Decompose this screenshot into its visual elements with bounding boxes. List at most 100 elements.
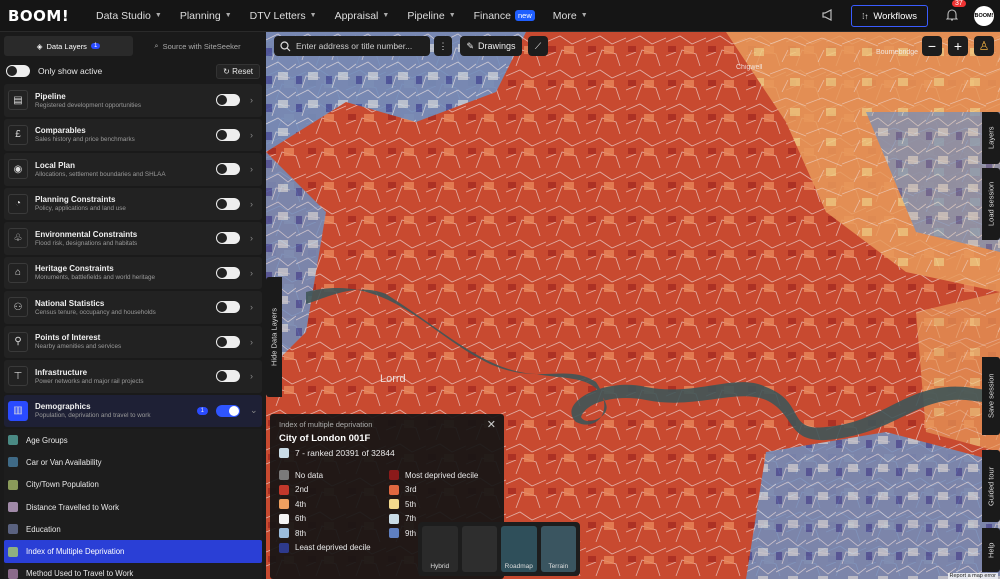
layer-row[interactable]: ⚇ National Statistics Census tenure, occup… bbox=[4, 291, 262, 324]
measure-button[interactable]: ⟋ bbox=[528, 36, 548, 56]
legend-entry: 2nd bbox=[279, 484, 389, 495]
rail-save-session[interactable]: Save session bbox=[982, 357, 1000, 435]
sublayer-item[interactable]: Index of Multiple Deprivation bbox=[4, 540, 262, 563]
rail-guided-tour[interactable]: Guided tour bbox=[982, 450, 1000, 522]
sublayer-swatch bbox=[8, 479, 18, 490]
address-search[interactable]: Enter address or title number... bbox=[274, 36, 430, 56]
sublayer-label: Education bbox=[26, 524, 61, 534]
chevron-right-icon[interactable]: › bbox=[250, 268, 258, 278]
chevron-right-icon[interactable]: › bbox=[250, 130, 258, 140]
local-plan-icon: ◉ bbox=[8, 159, 28, 180]
close-icon[interactable]: ✕ bbox=[487, 418, 496, 431]
chevron-right-icon[interactable]: › bbox=[250, 233, 258, 243]
workflows-button[interactable]: ⁞↑ Workflows bbox=[851, 5, 928, 27]
hide-data-layers-tab[interactable]: Hide Data Layers bbox=[266, 277, 282, 397]
legend-label: 9th bbox=[405, 528, 417, 538]
boom-logo[interactable]: BOOM! bbox=[8, 7, 78, 25]
sublayer-item[interactable]: Car or Van Availability bbox=[4, 451, 262, 473]
street-view-button[interactable]: ♙ bbox=[974, 36, 994, 56]
layer-demographics[interactable]: ▥ Demographics Population, deprivation a… bbox=[4, 394, 262, 427]
sublayer-label: Method Used to Travel to Work bbox=[26, 569, 134, 579]
basemap-roadmap[interactable]: Roadmap bbox=[501, 526, 537, 572]
sublayer-item[interactable]: Education bbox=[4, 518, 262, 540]
layer-name: Demographics bbox=[35, 402, 91, 412]
chevron-down-icon[interactable]: ⌄ bbox=[250, 405, 258, 416]
zoom-in-button[interactable]: + bbox=[948, 36, 968, 56]
nav-item[interactable]: DTV Letters ▼ bbox=[250, 10, 317, 22]
zoom-out-button[interactable]: − bbox=[922, 36, 942, 56]
legend-swatch bbox=[389, 484, 399, 495]
megaphone-icon[interactable] bbox=[821, 8, 837, 24]
basemap-option[interactable] bbox=[461, 526, 497, 572]
layer-description: Policy, applications and land use bbox=[35, 205, 126, 213]
layer-description: Flood risk, designations and habitats bbox=[35, 239, 138, 247]
drawings-button[interactable]: ✎ Drawings bbox=[460, 36, 522, 56]
nav-item[interactable]: Pipeline ▼ bbox=[407, 10, 455, 22]
layer-name: Local Plan bbox=[35, 160, 76, 170]
layer-row[interactable]: ♧ Environmental Constraints Flood risk, de… bbox=[4, 222, 262, 255]
more-options-button[interactable]: ⋮ bbox=[434, 36, 452, 56]
layer-toggle[interactable] bbox=[216, 301, 240, 314]
avatar[interactable]: BOOM! bbox=[974, 6, 994, 26]
basemap-hybrid[interactable]: Hybrid bbox=[422, 526, 458, 572]
main-nav: Data Studio ▼ Planning ▼ DTV Letters ▼ Apprais… bbox=[78, 10, 588, 22]
layer-toggle[interactable] bbox=[216, 94, 240, 107]
only-show-active-toggle[interactable] bbox=[6, 65, 30, 77]
chevron-right-icon[interactable]: › bbox=[250, 302, 258, 312]
sublayer-item[interactable]: Age Groups bbox=[4, 429, 262, 451]
layer-toggle[interactable] bbox=[216, 197, 240, 210]
legend-label: Least deprived decile bbox=[295, 543, 371, 552]
layer-toggle[interactable] bbox=[216, 232, 240, 245]
layer-toggle[interactable] bbox=[216, 335, 240, 348]
layer-row[interactable]: ⌂ Heritage Constraints Monuments, battlefi… bbox=[4, 256, 262, 289]
nav-item-label: DTV Letters bbox=[249, 9, 306, 22]
nav-item-label: More bbox=[552, 9, 577, 22]
chevron-right-icon[interactable]: › bbox=[250, 337, 258, 347]
tab-data-layers[interactable]: ◈ Data Layers 1 bbox=[4, 36, 133, 56]
sublayer-label: Distance Travelled to Work bbox=[26, 502, 120, 512]
layer-row[interactable]: £ Comparables Sales history and price benc… bbox=[4, 118, 262, 151]
pound-icon: £ bbox=[8, 124, 28, 145]
sublayer-swatch bbox=[8, 568, 18, 579]
nav-item[interactable]: Data Studio ▼ bbox=[96, 10, 162, 22]
layer-row[interactable]: ⚲ Points of Interest Nearby amenities and … bbox=[4, 325, 262, 358]
report-map-error-link[interactable]: Report a map error bbox=[947, 573, 998, 579]
notifications-button[interactable]: 37 bbox=[945, 0, 966, 24]
layer-row[interactable]: ◉ Local Plan Allocations, settlement bound… bbox=[4, 153, 262, 186]
plus-icon: + bbox=[953, 38, 963, 54]
reset-button[interactable]: ↻ Reset bbox=[216, 63, 260, 79]
layer-toggle[interactable] bbox=[216, 163, 240, 176]
rail-help[interactable]: Help bbox=[982, 528, 1000, 572]
layer-name: National Statistics bbox=[35, 298, 105, 308]
sidebar-tabs: ◈ Data Layers 1 ⌕ Source with SiteSeeker bbox=[4, 36, 262, 56]
nav-item[interactable]: Finance new bbox=[474, 10, 535, 22]
nav-item[interactable]: Appraisal ▼ bbox=[335, 10, 390, 22]
rail-load-session[interactable]: Load session bbox=[982, 168, 1000, 240]
only-show-active-row: Only show active ↻ Reset bbox=[0, 58, 266, 84]
nav-item[interactable]: More ▼ bbox=[553, 10, 588, 22]
chevron-right-icon[interactable]: › bbox=[250, 371, 258, 381]
basemap-terrain[interactable]: Terrain bbox=[540, 526, 576, 572]
nav-item[interactable]: Planning ▼ bbox=[180, 10, 232, 22]
sublayer-item[interactable]: City/Town Population bbox=[4, 474, 262, 496]
legend-label: 4th bbox=[295, 499, 307, 509]
layer-toggle[interactable] bbox=[216, 266, 240, 279]
tab-siteseeker[interactable]: ⌕ Source with SiteSeeker bbox=[133, 36, 262, 56]
layer-row[interactable]: ⊤ Infrastructure Power networks and major … bbox=[4, 360, 262, 393]
chevron-right-icon[interactable]: › bbox=[250, 199, 258, 209]
layer-row[interactable]: ▤ Pipeline Registered development opportun… bbox=[4, 84, 262, 117]
chevron-right-icon[interactable]: › bbox=[250, 164, 258, 174]
sublayer-item[interactable]: Method Used to Travel to Work bbox=[4, 563, 262, 579]
layer-description: Census tenure, occupancy and households bbox=[35, 308, 156, 316]
layer-description: Population, deprivation and travel to wo… bbox=[35, 412, 151, 420]
layer-toggle[interactable] bbox=[216, 404, 240, 417]
sublayer-item[interactable]: Distance Travelled to Work bbox=[4, 496, 262, 518]
layer-toggle[interactable] bbox=[216, 370, 240, 383]
layer-row[interactable]: ◔ Planning Constraints Policy, application… bbox=[4, 187, 262, 220]
pipeline-icon: ▤ bbox=[8, 90, 28, 111]
map-canvas[interactable]: Chigwell Bournebridge Lorrd Enter addres… bbox=[266, 32, 1000, 579]
layer-toggle[interactable] bbox=[216, 128, 240, 141]
rail-layers[interactable]: Layers bbox=[982, 112, 1000, 164]
chevron-right-icon[interactable]: › bbox=[250, 95, 258, 105]
search-input[interactable]: Enter address or title number... bbox=[296, 41, 412, 51]
